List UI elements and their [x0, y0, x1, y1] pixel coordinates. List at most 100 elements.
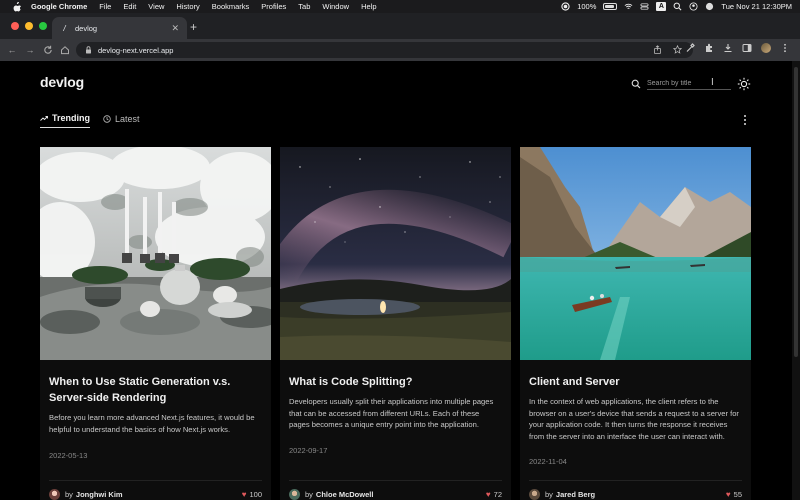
menu-profiles[interactable]: Profiles [261, 2, 286, 11]
post-card[interactable]: When to Use Static Generation v.s. Serve… [40, 147, 271, 500]
close-window-button[interactable] [11, 22, 19, 30]
post-footer: by Jared Berg ♥ 55 [529, 480, 742, 500]
menu-view[interactable]: View [148, 2, 164, 11]
author-name[interactable]: Jared Berg [556, 490, 595, 499]
share-icon[interactable] [653, 45, 662, 54]
reload-icon[interactable] [43, 45, 53, 55]
author-avatar[interactable] [529, 489, 540, 500]
post-thumbnail-milky-way [280, 147, 511, 360]
heart-icon: ♥ [241, 490, 247, 499]
browser-tab-title: devlog [75, 23, 98, 33]
close-tab-icon[interactable]: ✕ [171, 23, 179, 34]
control-center-icon[interactable] [640, 2, 649, 11]
download-icon[interactable] [723, 43, 733, 53]
post-thumbnail-winter-table [40, 147, 271, 360]
more-options-icon[interactable] [741, 114, 749, 126]
theme-toggle-sun-icon[interactable] [737, 77, 751, 91]
side-panel-icon[interactable] [742, 43, 752, 53]
menu-window[interactable]: Window [322, 2, 349, 11]
tab-trending[interactable]: Trending [40, 113, 90, 128]
post-title[interactable]: What is Code Splitting? [289, 374, 502, 390]
post-filter-tabs: Trending Latest [40, 113, 140, 128]
minimize-window-button[interactable] [25, 22, 33, 30]
home-icon[interactable] [60, 45, 70, 55]
spotlight-icon[interactable] [673, 2, 682, 11]
menu-help[interactable]: Help [361, 2, 376, 11]
post-date: 2022-09-17 [289, 445, 328, 455]
post-excerpt: Developers usually split their applicati… [289, 397, 494, 429]
address-bar[interactable]: devlog-next.vercel.app [76, 42, 693, 58]
like-count-value: 55 [733, 490, 742, 499]
trending-icon [40, 116, 48, 121]
siri-icon[interactable] [705, 2, 714, 11]
author-avatar[interactable] [49, 489, 60, 500]
search-icon[interactable] [631, 79, 641, 89]
post-thumbnail-mountain-lake [520, 147, 751, 360]
web-page: devlog Ι Trending Latest [0, 61, 800, 500]
user-icon[interactable] [689, 2, 698, 11]
clock-icon [103, 114, 111, 123]
post-footer: by Chloe McDowell ♥ 72 [289, 480, 502, 500]
post-excerpt: Before you learn more advanced Next.js f… [49, 413, 255, 434]
back-icon[interactable]: ← [6, 44, 18, 56]
post-date: 2022-11-04 [529, 457, 567, 466]
new-tab-button[interactable]: + [190, 21, 197, 33]
forward-icon[interactable]: → [24, 44, 36, 56]
battery-icon[interactable] [603, 3, 618, 10]
heart-icon: ♥ [485, 490, 491, 499]
menu-file[interactable]: File [99, 2, 111, 11]
tab-latest[interactable]: Latest [103, 113, 140, 128]
wifi-icon[interactable] [624, 2, 633, 11]
lock-icon[interactable] [85, 46, 92, 54]
author-avatar[interactable] [289, 489, 300, 500]
toolbar-right-icons [685, 43, 790, 53]
by-label: by [545, 490, 553, 499]
app-name-menu[interactable]: Google Chrome [31, 2, 87, 11]
like-count[interactable]: ♥ 100 [242, 490, 262, 499]
browser-toolbar: ← → devlog-next.vercel.app [0, 39, 800, 61]
apple-icon[interactable] [12, 1, 22, 12]
eyedropper-icon[interactable] [685, 43, 695, 53]
profile-avatar[interactable] [761, 43, 771, 53]
search-box: Ι [631, 77, 731, 90]
site-logo[interactable]: devlog [40, 74, 84, 90]
window-controls [11, 22, 47, 30]
browser-tab-strip: / devlog ✕ + [0, 13, 800, 39]
author-name[interactable]: Jonghwi Kim [76, 490, 123, 499]
site-favicon-icon: / [63, 23, 66, 33]
like-count-value: 72 [493, 490, 502, 499]
zoom-window-button[interactable] [39, 22, 47, 30]
post-card[interactable]: Client and Server In the context of web … [520, 147, 751, 500]
by-label: by [65, 490, 73, 499]
record-icon[interactable] [561, 2, 570, 11]
menu-edit[interactable]: Edit [123, 2, 136, 11]
menu-bookmarks[interactable]: Bookmarks [212, 2, 250, 11]
chrome-menu-icon[interactable] [780, 43, 790, 53]
macos-menu-bar: Google Chrome File Edit View History Boo… [0, 0, 800, 13]
tab-trending-label: Trending [52, 113, 90, 123]
menu-history[interactable]: History [176, 2, 199, 11]
like-count[interactable]: ♥ 72 [486, 490, 502, 499]
menu-tab[interactable]: Tab [298, 2, 310, 11]
post-footer: by Jonghwi Kim ♥ 100 [49, 480, 262, 500]
post-card-list: When to Use Static Generation v.s. Serve… [40, 147, 751, 500]
menu-bar-clock[interactable]: Tue Nov 21 12:30PM [721, 2, 792, 11]
like-count[interactable]: ♥ 55 [726, 490, 742, 499]
bookmark-star-icon[interactable] [673, 45, 682, 54]
post-excerpt: In the context of web applications, the … [529, 397, 739, 441]
menu-bar-status: 100% A Tue Nov 21 12:30PM [561, 0, 792, 13]
heart-icon: ♥ [725, 490, 731, 499]
post-card[interactable]: What is Code Splitting? Developers usual… [280, 147, 511, 500]
battery-percent: 100% [577, 2, 597, 11]
author-name[interactable]: Chloe McDowell [316, 490, 374, 499]
post-title[interactable]: Client and Server [529, 374, 742, 390]
page-scrollbar[interactable] [792, 61, 800, 500]
search-input[interactable] [647, 78, 731, 90]
browser-tab[interactable]: / devlog ✕ [52, 17, 187, 39]
input-source-icon[interactable]: A [656, 2, 667, 11]
text-cursor-icon: Ι [711, 77, 714, 88]
post-title[interactable]: When to Use Static Generation v.s. Serve… [49, 374, 262, 406]
by-label: by [305, 490, 313, 499]
extensions-icon[interactable] [704, 43, 714, 53]
like-count-value: 100 [249, 490, 262, 499]
